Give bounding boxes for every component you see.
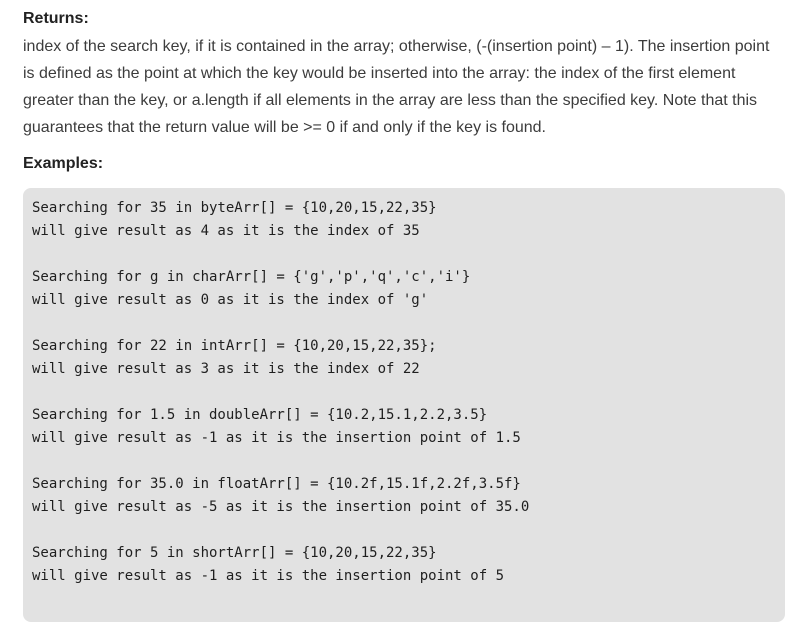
code-example-block: Searching for g in charArr[] = {'g','p',… — [32, 266, 785, 312]
code-line: Searching for 35 in byteArr[] = {10,20,1… — [32, 200, 437, 216]
code-line: Searching for 1.5 in doubleArr[] = {10.2… — [32, 407, 488, 423]
code-example-box: Searching for 35 in byteArr[] = {10,20,1… — [23, 188, 785, 622]
returns-heading: Returns: — [23, 10, 89, 27]
code-example-block: Searching for 22 in intArr[] = {10,20,15… — [32, 335, 785, 381]
code-line: will give result as -1 as it is the inse… — [32, 430, 521, 446]
examples-heading: Examples: — [23, 155, 104, 172]
code-example-block: Searching for 5 in shortArr[] = {10,20,1… — [32, 542, 785, 588]
code-line: will give result as 4 as it is the index… — [32, 223, 420, 239]
code-line: Searching for g in charArr[] = {'g','p',… — [32, 269, 471, 285]
code-example-block: Searching for 35 in byteArr[] = {10,20,1… — [32, 197, 785, 243]
code-line: Searching for 35.0 in floatArr[] = {10.2… — [32, 476, 521, 492]
code-line: will give result as 0 as it is the index… — [32, 292, 429, 308]
code-line: Searching for 22 in intArr[] = {10,20,15… — [32, 338, 437, 354]
code-line: will give result as -5 as it is the inse… — [32, 499, 530, 515]
code-line: will give result as -1 as it is the inse… — [32, 568, 505, 584]
returns-description: index of the search key, if it is contai… — [23, 38, 770, 136]
code-line: Searching for 5 in shortArr[] = {10,20,1… — [32, 545, 437, 561]
code-line: will give result as 3 as it is the index… — [32, 361, 420, 377]
code-example-block: Searching for 35.0 in floatArr[] = {10.2… — [32, 473, 785, 519]
code-example-block: Searching for 1.5 in doubleArr[] = {10.2… — [32, 404, 785, 450]
